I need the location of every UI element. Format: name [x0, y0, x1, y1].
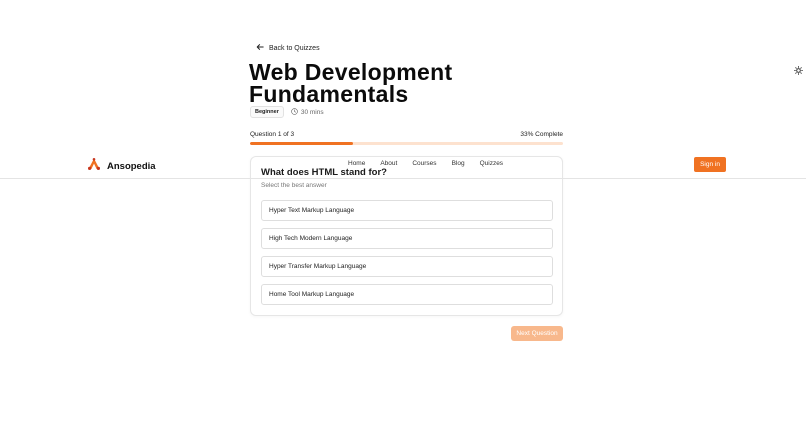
nav-item-quizzes[interactable]: Quizzes [480, 160, 503, 167]
answer-option[interactable]: Home Tool Markup Language [261, 284, 553, 305]
main-nav: Home About Courses Blog Quizzes [348, 160, 503, 167]
answer-options: Hyper Text Markup Language High Tech Mod… [261, 200, 553, 312]
back-link-label: Back to Quizzes [269, 44, 320, 52]
quiz-meta: Beginner 30 mins [250, 106, 324, 118]
answer-option[interactable]: Hyper Text Markup Language [261, 200, 553, 221]
sign-in-button[interactable]: Sign in [694, 157, 726, 172]
ansopedia-logo-icon [87, 157, 101, 176]
arrow-left-icon [256, 43, 264, 53]
percent-complete: 33% Complete [520, 131, 563, 138]
sun-icon [793, 62, 803, 80]
clock-icon [291, 107, 298, 117]
site-header: Ansopedia Home About Courses Blog Quizze… [0, 150, 806, 179]
level-badge: Beginner [250, 106, 284, 118]
brand-logo-link[interactable]: Ansopedia [87, 157, 156, 176]
next-question-button[interactable]: Next Question [511, 326, 563, 341]
progress-row: Question 1 of 3 33% Complete [250, 131, 563, 138]
theme-toggle-button[interactable] [790, 63, 806, 79]
brand-name: Ansopedia [107, 161, 156, 172]
quiz-title: Web Development Fundamentals [249, 59, 453, 107]
progress-bar [250, 142, 563, 145]
question-card: What does HTML stand for? Select the bes… [250, 156, 563, 316]
answer-option[interactable]: Hyper Transfer Markup Language [261, 256, 553, 277]
question-hint: Select the best answer [261, 182, 327, 189]
duration: 30 mins [291, 107, 324, 117]
question-counter: Question 1 of 3 [250, 131, 295, 138]
nav-item-about[interactable]: About [380, 160, 397, 167]
answer-option[interactable]: High Tech Modern Language [261, 228, 553, 249]
nav-item-blog[interactable]: Blog [452, 160, 465, 167]
progress-bar-fill [250, 142, 354, 145]
nav-item-courses[interactable]: Courses [412, 160, 436, 167]
duration-label: 30 mins [300, 108, 324, 116]
nav-item-home[interactable]: Home [348, 160, 365, 167]
back-to-quizzes-link[interactable]: Back to Quizzes [256, 43, 320, 53]
